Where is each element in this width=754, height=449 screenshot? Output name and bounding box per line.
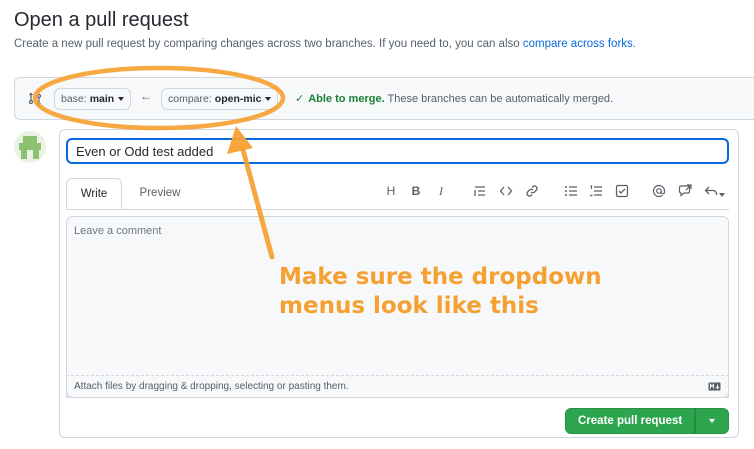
ordered-list-icon[interactable] [587, 182, 605, 200]
tab-preview[interactable]: Preview [132, 178, 188, 209]
page-subtitle: Create a new pull request by comparing c… [14, 38, 636, 50]
mention-icon[interactable] [650, 182, 668, 200]
tab-write[interactable]: Write [66, 178, 122, 209]
tabs-divider [66, 209, 729, 210]
title-input[interactable] [66, 138, 729, 164]
base-label: base: [61, 93, 87, 105]
code-icon[interactable] [497, 182, 515, 200]
compare-value: open-mic [214, 93, 262, 105]
attach-text: Attach files by dragging & dropping, sel… [74, 381, 349, 392]
compare-bar: base: main ← compare: open-mic ✓ Able to … [14, 77, 754, 120]
caret-down-icon [118, 97, 125, 101]
compare-forks-link[interactable]: compare across forks [523, 38, 633, 50]
merge-status: ✓ Able to merge. These branches can be au… [295, 92, 613, 105]
unordered-list-icon[interactable] [562, 182, 580, 200]
reply-icon[interactable] [701, 182, 727, 200]
annotation-text: Make sure the dropdown menus look like t… [279, 264, 602, 319]
base-branch-dropdown[interactable]: base: main [54, 88, 132, 110]
quote-icon[interactable] [471, 182, 489, 200]
create-pull-request-button[interactable]: Create pull request [565, 408, 696, 434]
merge-ok: Able to merge. [308, 93, 385, 105]
subtitle-end: . [632, 38, 636, 50]
italic-icon[interactable]: I [432, 182, 450, 200]
caret-down-icon [265, 97, 272, 101]
submit-options-dropdown[interactable] [695, 408, 730, 434]
page-title: Open a pull request [14, 9, 189, 31]
subtitle-text: Create a new pull request by comparing c… [14, 38, 523, 50]
markdown-icon [708, 382, 721, 391]
attach-files-bar[interactable]: Attach files by dragging & dropping, sel… [66, 375, 729, 398]
arrow-left-icon: ← [140, 89, 152, 103]
avatar[interactable] [14, 131, 46, 163]
link-icon[interactable] [523, 182, 541, 200]
reference-icon[interactable] [676, 182, 694, 200]
bold-icon[interactable]: B [407, 182, 425, 200]
heading-icon[interactable]: H [382, 182, 400, 200]
merge-text: These branches can be automatically merg… [387, 93, 614, 105]
compare-branch-dropdown[interactable]: compare: open-mic [161, 88, 279, 110]
task-list-icon[interactable] [613, 182, 631, 200]
caret-down-icon [709, 419, 716, 423]
git-compare-icon [28, 92, 42, 106]
check-icon: ✓ [295, 93, 305, 105]
base-value: main [89, 93, 115, 105]
submit-group: Create pull request [565, 408, 730, 434]
compare-label: compare: [168, 93, 212, 105]
